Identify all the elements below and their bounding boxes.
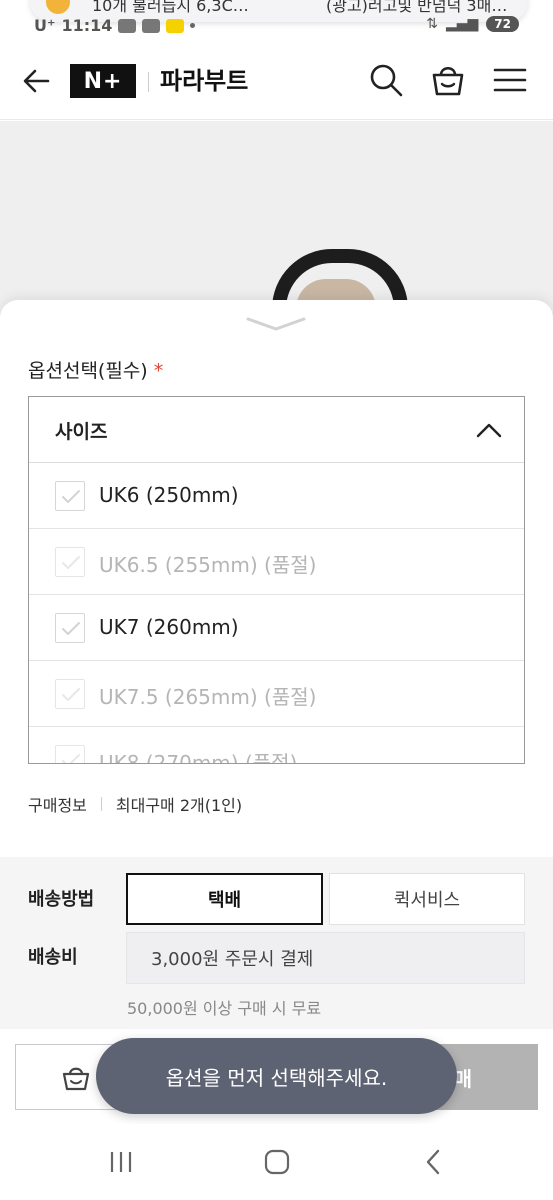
purchase-info: 구매정보 최대구매 2개(1인) bbox=[28, 792, 242, 816]
option-title: 옵션선택(필수) * bbox=[28, 356, 163, 383]
battery-icon: 72 bbox=[486, 16, 519, 32]
check-icon bbox=[62, 622, 80, 635]
purchase-info-label: 구매정보 bbox=[28, 796, 87, 815]
status-right: ⇅ ▂▄▆ 72 bbox=[426, 16, 519, 32]
nplus-logo[interactable]: N+ bbox=[70, 64, 136, 98]
check-icon bbox=[62, 556, 80, 569]
chevron-down-icon bbox=[246, 317, 306, 331]
check-icon bbox=[62, 688, 80, 701]
back-nav-button[interactable] bbox=[418, 1148, 450, 1176]
notification-app-icon bbox=[46, 0, 70, 14]
kakao-app-icon bbox=[166, 18, 185, 33]
shipping-section: 배송방법 택배 퀵서비스 배송비 3,000원 주문시 결제 50,000원 이… bbox=[0, 857, 553, 1029]
option-title-text: 옵션선택(필수) bbox=[28, 360, 148, 382]
chevron-up-icon bbox=[476, 423, 502, 438]
shipping-option-parcel[interactable]: 택배 bbox=[126, 873, 323, 925]
checkbox[interactable] bbox=[55, 613, 85, 643]
shipping-fee-value: 3,000원 주문시 결제 bbox=[126, 932, 525, 984]
status-left: U⁺ 11:14 bbox=[34, 16, 196, 35]
system-nav-bar bbox=[0, 1124, 553, 1200]
size-dropdown-header[interactable]: 사이즈 bbox=[29, 397, 524, 463]
status-time: 11:14 bbox=[61, 16, 113, 35]
notification-text-secondary: (광고)러고및 반넘덕 3매… bbox=[326, 0, 508, 15]
more-notifications-icon bbox=[190, 23, 196, 28]
logo-divider bbox=[148, 72, 149, 92]
brand-name[interactable]: 파라부트 bbox=[160, 64, 248, 98]
sheet-collapse-handle[interactable] bbox=[244, 314, 308, 334]
shipping-option-quick[interactable]: 퀵서비스 bbox=[329, 873, 525, 925]
back-button[interactable] bbox=[20, 64, 54, 98]
purchase-info-divider bbox=[100, 797, 102, 811]
menu-button[interactable] bbox=[492, 62, 528, 98]
toast-message: 옵션을 먼저 선택해주세요. bbox=[96, 1038, 457, 1114]
cart-button[interactable] bbox=[430, 62, 466, 98]
size-options-list: UK6 (250mm) UK6.5 (255mm) (품절) UK7 (260mm)… bbox=[29, 463, 524, 764]
size-dropdown-label: 사이즈 bbox=[55, 421, 108, 443]
arrow-left-icon bbox=[23, 69, 50, 93]
data-transfer-icon: ⇅ bbox=[426, 16, 438, 32]
free-shipping-note: 50,000원 이상 구매 시 무료 bbox=[127, 999, 322, 1018]
home-button[interactable] bbox=[261, 1148, 293, 1176]
size-dropdown[interactable]: 사이즈 UK6 (250mm) UK6.5 (255mm) (품절) UK7 (26… bbox=[28, 396, 525, 764]
search-icon bbox=[370, 64, 403, 97]
recent-apps-button[interactable] bbox=[106, 1148, 138, 1176]
product-image bbox=[0, 121, 553, 321]
shopping-bag-icon bbox=[432, 66, 464, 96]
hamburger-menu-icon bbox=[493, 68, 527, 92]
size-option-row: UK8 (270mm) (품절) bbox=[29, 727, 524, 764]
recent-apps-icon bbox=[110, 1152, 132, 1172]
check-icon bbox=[62, 490, 80, 503]
purchase-info-value: 최대구매 2개(1인) bbox=[115, 796, 243, 815]
size-option-row: UK7.5 (265mm) (품절) bbox=[29, 661, 524, 727]
checkbox bbox=[55, 547, 85, 577]
size-option-row[interactable]: UK7 (260mm) bbox=[29, 595, 524, 661]
search-button[interactable] bbox=[368, 62, 404, 98]
smart-app-icon bbox=[118, 18, 137, 33]
home-icon bbox=[264, 1149, 290, 1175]
carrier-icon: U⁺ bbox=[34, 16, 56, 35]
shipping-method-label: 배송방법 bbox=[28, 889, 95, 910]
shopping-bag-icon bbox=[62, 1067, 90, 1091]
checkbox bbox=[55, 745, 85, 763]
top-header: N+ 파라부트 bbox=[0, 40, 553, 120]
checkbox bbox=[55, 679, 85, 709]
size-option-label: UK7 (260mm) bbox=[99, 615, 239, 639]
check-icon bbox=[62, 754, 80, 763]
notification-text: 10개 불러듭시 6,3C… bbox=[92, 0, 249, 15]
size-option-label: UK7.5 (265mm) (품절) bbox=[99, 685, 317, 709]
status-bar: 10개 불러듭시 6,3C… (광고)러고및 반넘덕 3매… U⁺ 11:14 … bbox=[0, 0, 553, 40]
size-option-row: UK6.5 (255mm) (품절) bbox=[29, 529, 524, 595]
size-option-label: UK8 (270mm) (품절) bbox=[99, 751, 298, 764]
checkbox[interactable] bbox=[55, 481, 85, 511]
size-option-label: UK6 (250mm) bbox=[99, 483, 239, 507]
shipping-fee-label: 배송비 bbox=[28, 947, 78, 968]
required-mark: * bbox=[153, 360, 164, 382]
signal-icon: ▂▄▆ bbox=[445, 16, 479, 32]
size-option-label: UK6.5 (255mm) (품절) bbox=[99, 553, 317, 577]
gallery-app-icon bbox=[142, 18, 161, 33]
chevron-left-icon bbox=[426, 1149, 440, 1175]
size-option-row[interactable]: UK6 (250mm) bbox=[29, 463, 524, 529]
